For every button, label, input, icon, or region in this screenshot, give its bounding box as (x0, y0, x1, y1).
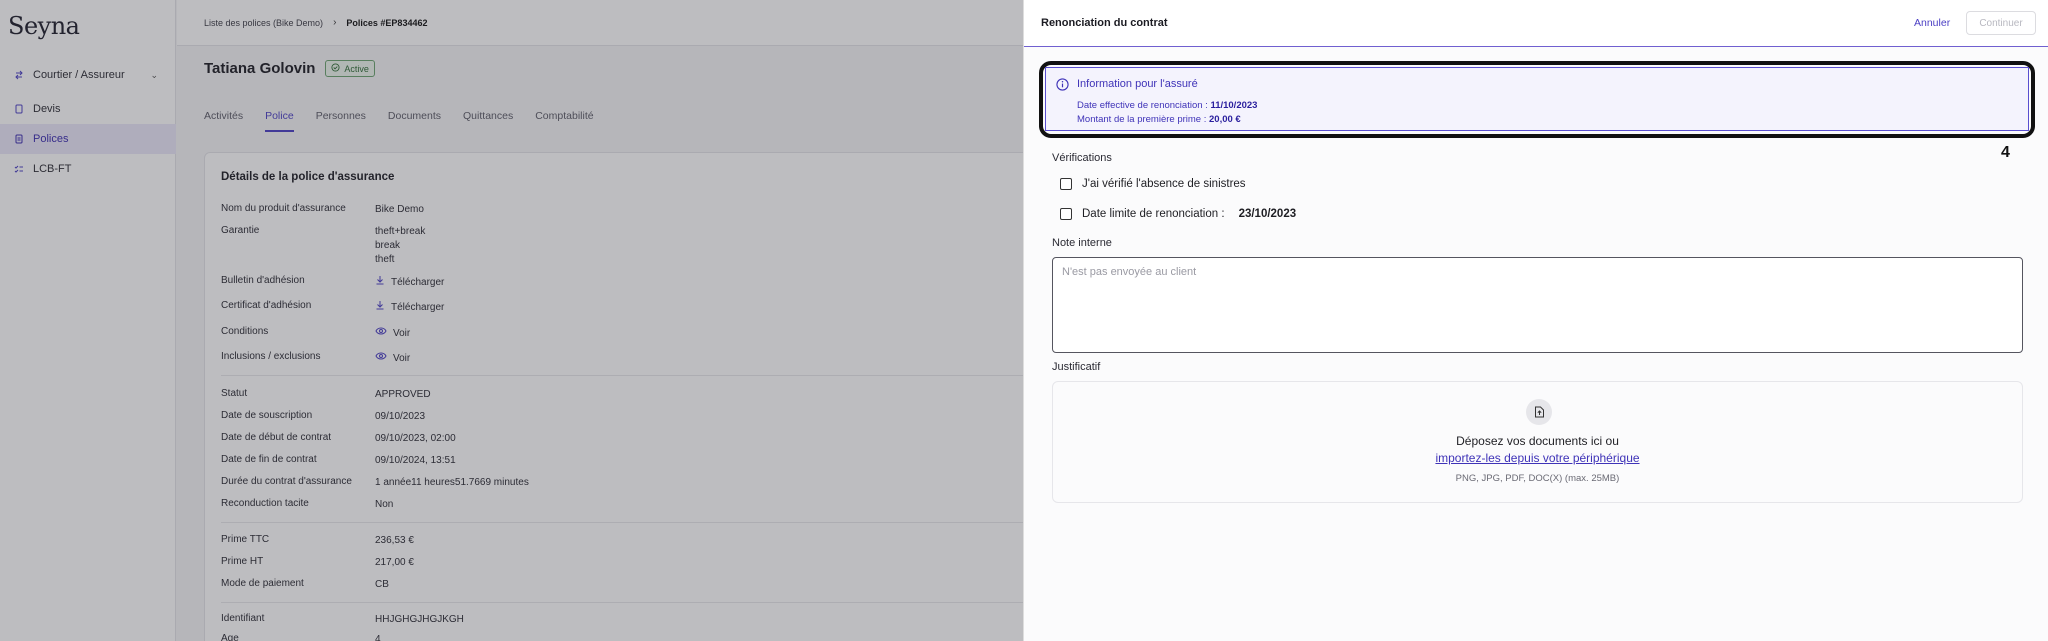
import-link[interactable]: importez-les depuis votre périphérique (1053, 451, 2022, 465)
panel-header: Renonciation du contrat Annuler Continue… (1024, 0, 2048, 47)
sinistres-checkbox[interactable] (1060, 178, 1072, 190)
info-label: Date effective de renonciation : (1077, 100, 1208, 111)
renonciation-panel: Renonciation du contrat Annuler Continue… (1023, 0, 2048, 641)
panel-title: Renonciation du contrat (1041, 17, 1168, 29)
info-box: Information pour l'assuré Date effective… (1045, 67, 2029, 131)
check-date-row[interactable]: Date limite de renonciation : 23/10/2023 (1060, 208, 1296, 220)
info-value: 20,00 € (1209, 114, 1241, 125)
file-upload-icon (1526, 399, 1552, 425)
note-label: Note interne (1052, 237, 1112, 249)
annotation-marker: 4 (2001, 144, 2010, 161)
checkbox-label: J'ai vérifié l'absence de sinistres (1082, 178, 1246, 190)
date-limite-checkbox[interactable] (1060, 208, 1072, 220)
dropzone-text: Déposez vos documents ici ou (1456, 434, 1619, 448)
modal-backdrop[interactable] (0, 0, 1023, 641)
info-date-line: Date effective de renonciation : 11/10/2… (1077, 100, 1257, 111)
info-label: Montant de la première prime : (1077, 114, 1207, 125)
checkbox-label: Date limite de renonciation : (1082, 208, 1225, 220)
checkbox-date-value: 23/10/2023 (1238, 208, 1297, 220)
check-sinistres-row[interactable]: J'ai vérifié l'absence de sinistres (1060, 178, 1246, 190)
info-title: Information pour l'assuré (1077, 78, 1198, 90)
info-icon (1056, 78, 1069, 91)
continue-button[interactable]: Continuer (1966, 11, 2036, 35)
justificatif-label: Justificatif (1052, 361, 1101, 373)
cancel-button[interactable]: Annuler (1914, 17, 1950, 29)
info-amount-line: Montant de la première prime : 20,00 € (1077, 114, 1241, 125)
verifications-label: Vérifications (1052, 152, 1112, 164)
dropzone-hint: PNG, JPG, PDF, DOC(X) (max. 25MB) (1455, 473, 1620, 484)
file-dropzone[interactable]: Déposez vos documents ici ou importez-le… (1052, 381, 2023, 503)
note-interne-field[interactable] (1052, 257, 2023, 353)
info-value: 11/10/2023 (1210, 100, 1258, 111)
